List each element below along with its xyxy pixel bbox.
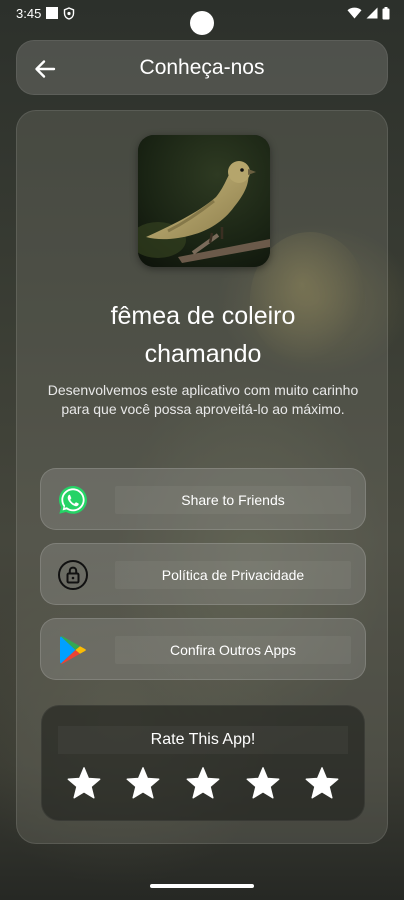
app-description: Desenvolvemos este aplicativo com muito …	[47, 382, 359, 417]
privacy-policy-label: Política de Privacidade	[115, 561, 351, 589]
rating-panel: Rate This App!	[41, 705, 365, 821]
share-button[interactable]: Share to Friends	[40, 468, 366, 530]
back-button[interactable]	[31, 55, 59, 83]
app-header: Conheça-nos	[16, 40, 388, 95]
app-image	[138, 135, 270, 267]
about-card: fêmea de coleiro chamando Desenvolvemos …	[16, 110, 388, 844]
rating-title: Rate This App!	[58, 726, 348, 754]
star-3-icon[interactable]	[184, 764, 222, 802]
camera-cutout	[190, 11, 214, 35]
notification-square-icon	[46, 7, 59, 19]
other-apps-button[interactable]: Confira Outros Apps	[40, 618, 366, 680]
share-button-label: Share to Friends	[115, 486, 351, 514]
google-play-icon	[57, 634, 89, 666]
arrow-left-icon	[35, 60, 56, 78]
privacy-policy-button[interactable]: Política de Privacidade	[40, 543, 366, 605]
wifi-icon	[347, 7, 362, 19]
home-indicator	[150, 884, 254, 888]
other-apps-label: Confira Outros Apps	[115, 636, 351, 664]
star-2-icon[interactable]	[124, 764, 162, 802]
star-rating	[42, 764, 364, 802]
app-name: fêmea de coleiro chamando	[110, 302, 296, 368]
status-time: 3:45	[16, 5, 42, 21]
star-1-icon[interactable]	[65, 764, 103, 802]
battery-icon	[382, 6, 390, 19]
star-5-icon[interactable]	[303, 764, 341, 802]
lock-icon	[57, 559, 89, 591]
page-title: Conheça-nos	[139, 55, 265, 79]
shield-icon	[64, 6, 75, 20]
star-4-icon[interactable]	[244, 764, 282, 802]
signal-icon	[366, 7, 378, 19]
bird-photo	[138, 135, 270, 267]
whatsapp-icon	[57, 484, 89, 516]
